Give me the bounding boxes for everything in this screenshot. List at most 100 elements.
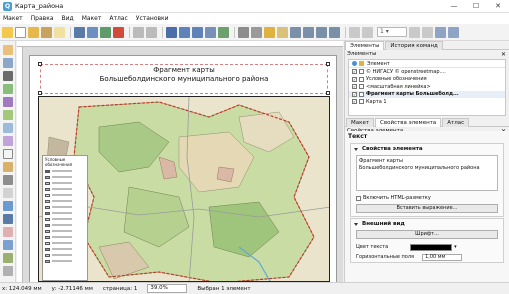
- layout-manager-icon[interactable]: [41, 26, 52, 38]
- elements-list[interactable]: Элемент ✓ © НИГАСУ © openstreetmap.... ✓…: [348, 59, 506, 116]
- list-item[interactable]: ✓ © НИГАСУ © openstreetmap....: [349, 68, 505, 76]
- add-html-icon[interactable]: [3, 240, 13, 250]
- resize-handle[interactable]: [38, 91, 42, 95]
- menu-view[interactable]: Вид: [62, 15, 74, 22]
- lock-checkbox[interactable]: [359, 84, 364, 90]
- list-item[interactable]: ✓ Условные обозначения: [349, 76, 505, 84]
- select-icon[interactable]: [3, 71, 13, 81]
- atlas-next-icon[interactable]: [409, 26, 420, 38]
- tab-atlas[interactable]: Атлас: [442, 118, 470, 127]
- menu-edit[interactable]: Правка: [31, 15, 54, 22]
- new-layout-icon[interactable]: [15, 26, 26, 38]
- refresh-icon[interactable]: [218, 26, 229, 38]
- lock-checkbox[interactable]: [359, 76, 364, 82]
- insert-expression-button[interactable]: Вставить выражение...: [356, 204, 498, 213]
- export-image-icon[interactable]: [87, 26, 98, 38]
- tab-history[interactable]: История команд: [385, 41, 443, 50]
- add-shape-icon[interactable]: [3, 201, 13, 211]
- print-icon[interactable]: [74, 26, 85, 38]
- map-item[interactable]: Условные обозначения: [38, 96, 330, 282]
- map-title-label[interactable]: Фрагмент карты Большеболдинского муницип…: [30, 66, 338, 84]
- zoom-in-icon[interactable]: [179, 26, 190, 38]
- group-icon[interactable]: [238, 26, 249, 38]
- align-icon[interactable]: [303, 26, 314, 38]
- templates-icon[interactable]: [54, 26, 65, 38]
- html-checkbox-row[interactable]: Включить HTML-разметку: [351, 193, 503, 203]
- appearance-label: Внешний вид: [362, 221, 405, 227]
- export-svg-icon[interactable]: [100, 26, 111, 38]
- maximize-button[interactable]: ☐: [465, 0, 487, 13]
- hmargin-spinbox[interactable]: 1,00 мм: [422, 253, 463, 261]
- atlas-export-icon[interactable]: [448, 26, 459, 38]
- lock-icon[interactable]: [264, 26, 275, 38]
- edit-nodes-icon[interactable]: [3, 97, 13, 107]
- menu-atlas[interactable]: Атлас: [109, 15, 127, 22]
- add-nodes-icon[interactable]: [3, 227, 13, 237]
- layout-page[interactable]: Фрагмент карты Большеболдинского муницип…: [29, 55, 337, 282]
- add-label-icon[interactable]: [3, 149, 13, 159]
- menu-layout[interactable]: Макет: [3, 15, 23, 22]
- appearance-header[interactable]: Внешний вид: [351, 219, 503, 229]
- lock-checkbox[interactable]: [359, 99, 364, 105]
- atlas-prev-icon[interactable]: [362, 26, 373, 38]
- label-text-field[interactable]: Фрагмент карты Большеболдинского муницип…: [356, 155, 498, 191]
- add-legend-icon[interactable]: [3, 162, 13, 172]
- redo-icon[interactable]: [146, 26, 157, 38]
- atlas-last-icon[interactable]: [422, 26, 433, 38]
- close-icon[interactable]: ✕: [501, 50, 506, 59]
- close-button[interactable]: ✕: [487, 0, 509, 13]
- add-scalebar-icon[interactable]: [3, 175, 13, 185]
- text-color-button[interactable]: [410, 243, 453, 251]
- move-content-icon[interactable]: [3, 84, 13, 94]
- raise-icon[interactable]: [290, 26, 301, 38]
- list-item-selected[interactable]: ✓ Фрагмент карты Большеболд...: [349, 90, 505, 98]
- add-picture-icon[interactable]: [3, 136, 13, 146]
- atlas-first-icon[interactable]: [349, 26, 360, 38]
- undo-icon[interactable]: [133, 26, 144, 38]
- atlas-page-input[interactable]: 1 ▾: [377, 27, 407, 37]
- add-attribute-table-icon[interactable]: [3, 253, 13, 263]
- resize-icon[interactable]: [329, 26, 340, 38]
- visibility-checkbox[interactable]: ✓: [352, 76, 357, 82]
- zoom-out-icon[interactable]: [192, 26, 203, 38]
- add-north-arrow-icon[interactable]: [3, 188, 13, 198]
- zoom-combo[interactable]: 39.0%: [147, 284, 188, 293]
- zoom-actual-icon[interactable]: [205, 26, 216, 38]
- visibility-checkbox[interactable]: ✓: [352, 69, 357, 75]
- export-pdf-icon[interactable]: [113, 26, 124, 38]
- add-fixed-table-icon[interactable]: [3, 266, 13, 276]
- menu-layout-2[interactable]: Макет: [82, 15, 102, 22]
- lock-checkbox[interactable]: [359, 69, 364, 75]
- distribute-icon[interactable]: [316, 26, 327, 38]
- menu-settings[interactable]: Установки: [136, 15, 169, 22]
- add-3d-map-icon[interactable]: [3, 123, 13, 133]
- resize-handle[interactable]: [326, 91, 330, 95]
- add-arrow-icon[interactable]: [3, 214, 13, 224]
- minimize-button[interactable]: —: [443, 0, 465, 13]
- html-checkbox[interactable]: [356, 195, 361, 201]
- duplicate-layout-icon[interactable]: [28, 26, 39, 38]
- visibility-header-icon: [352, 61, 357, 66]
- atlas-print-icon[interactable]: [435, 26, 446, 38]
- pan-icon[interactable]: [3, 45, 13, 55]
- zoom-tool-icon[interactable]: [3, 58, 13, 68]
- visibility-checkbox[interactable]: ✓: [352, 84, 357, 90]
- tab-elements[interactable]: Элементы: [345, 41, 385, 50]
- main-properties-header[interactable]: Свойства элемента: [351, 144, 503, 154]
- unlock-icon[interactable]: [277, 26, 288, 38]
- zoom-full-icon[interactable]: [166, 26, 177, 38]
- chevron-down-icon[interactable]: ▾: [454, 244, 460, 250]
- font-button[interactable]: Шрифт...: [356, 230, 498, 239]
- save-icon[interactable]: [2, 26, 13, 38]
- map-legend[interactable]: Условные обозначения: [42, 155, 88, 281]
- list-item[interactable]: ✓ Карта 1: [349, 98, 505, 106]
- ungroup-icon[interactable]: [251, 26, 262, 38]
- visibility-checkbox[interactable]: ✓: [352, 99, 357, 105]
- tab-item-properties[interactable]: Свойства элемента: [375, 118, 442, 127]
- layout-canvas[interactable]: Фрагмент карты Большеболдинского муницип…: [17, 41, 343, 282]
- add-map-icon[interactable]: [3, 110, 13, 120]
- list-item[interactable]: ✓ <масштабная линейка>: [349, 83, 505, 91]
- tab-layout[interactable]: Макет: [346, 118, 375, 127]
- visibility-checkbox[interactable]: ✓: [352, 91, 357, 97]
- lock-checkbox[interactable]: [359, 91, 364, 97]
